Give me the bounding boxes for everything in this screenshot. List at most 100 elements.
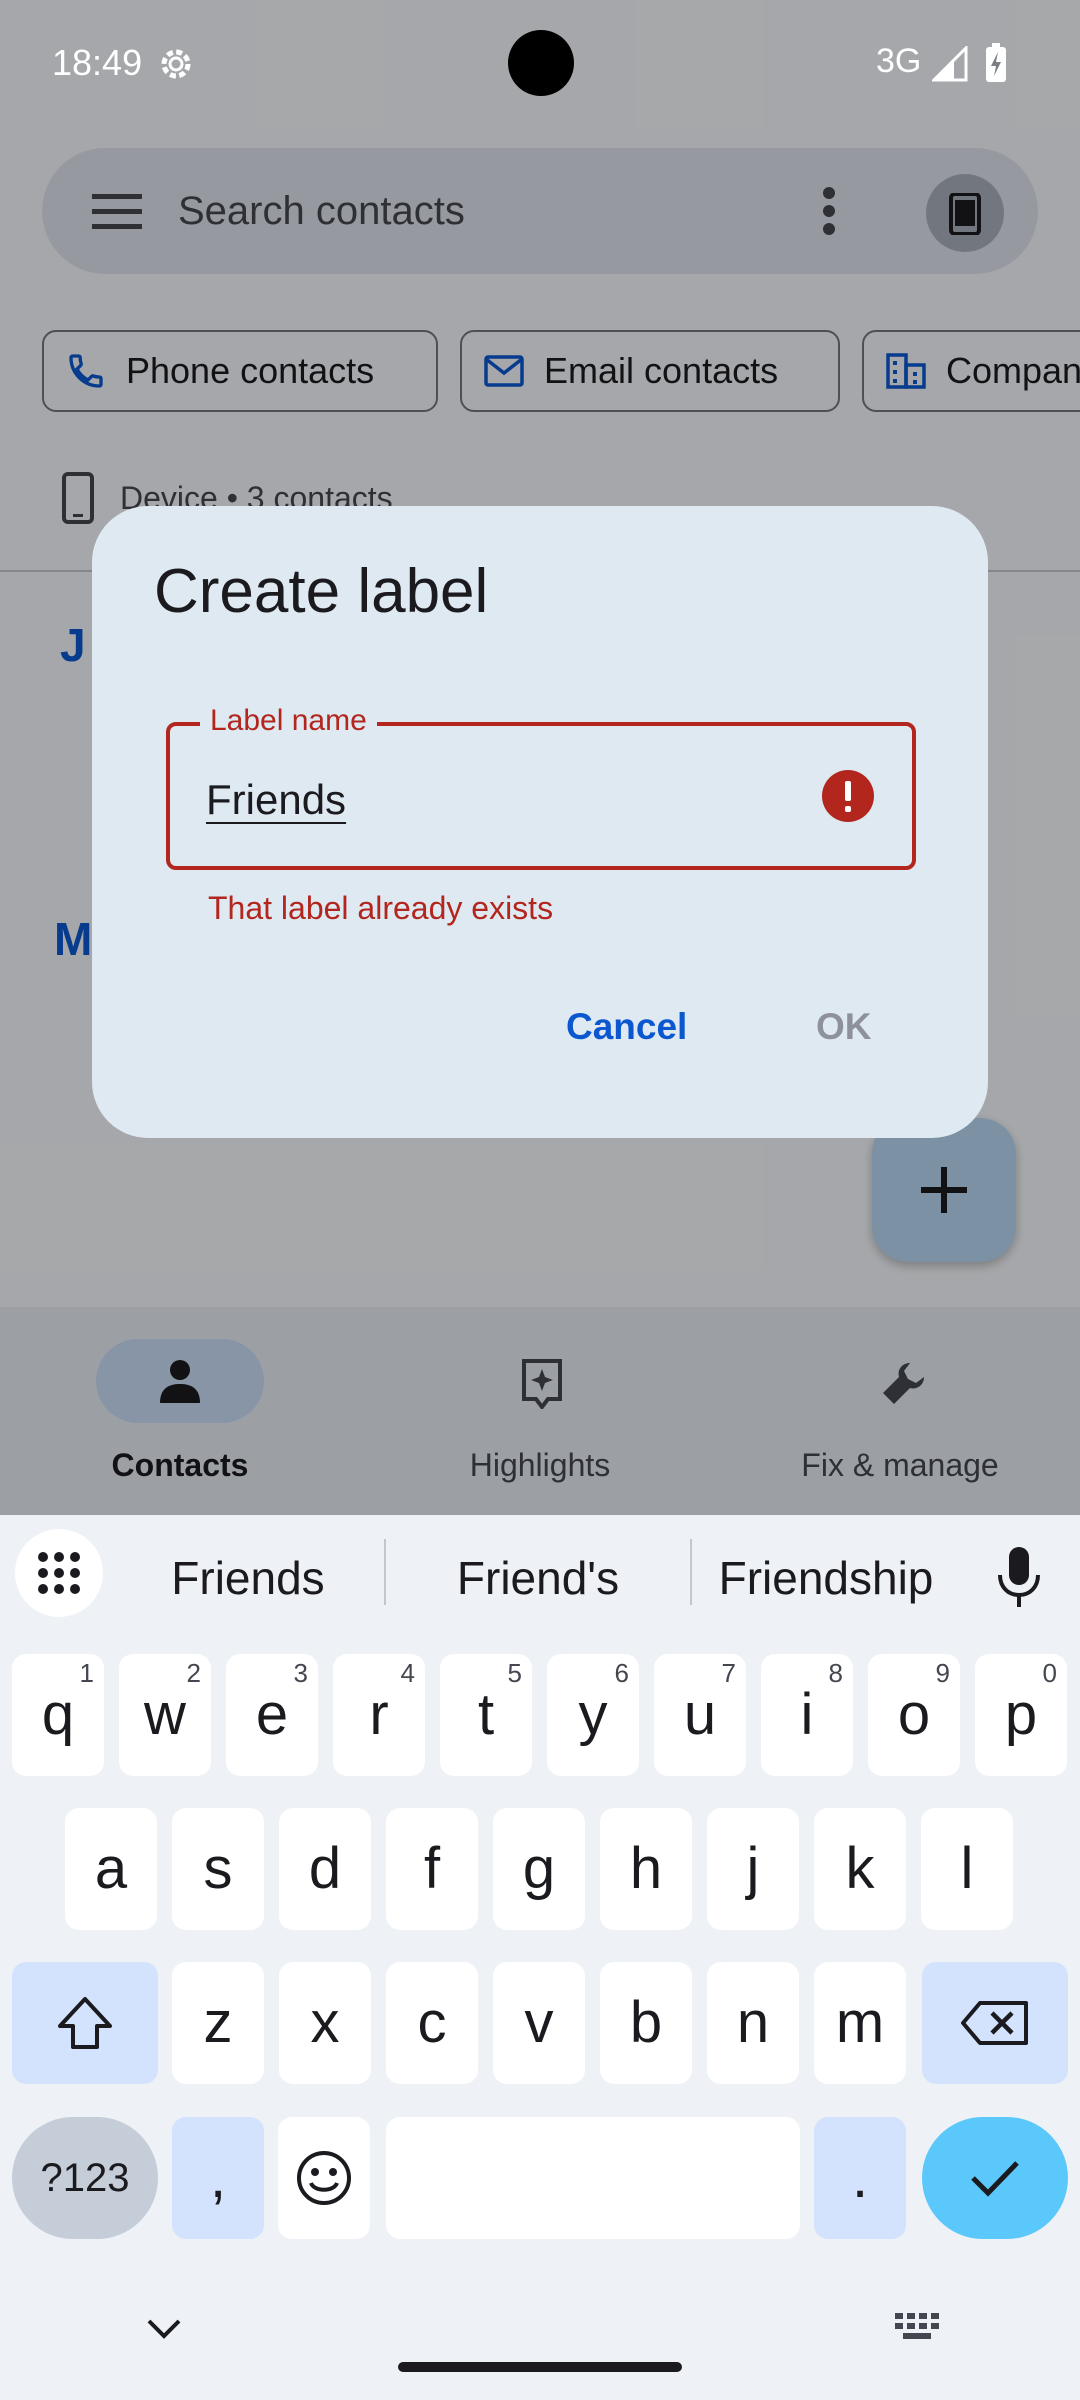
enter-key[interactable]	[922, 2117, 1068, 2239]
key-letter: f	[423, 1836, 441, 1901]
key-n[interactable]: n	[707, 1962, 799, 2084]
key-letter: j	[746, 1836, 760, 1901]
key-m[interactable]: m	[814, 1962, 906, 2084]
key-number-hint: 8	[828, 1658, 843, 1688]
key-i[interactable]: i8	[761, 1654, 853, 1776]
network-type: 3G	[876, 42, 922, 80]
key-l[interactable]: l	[921, 1808, 1013, 1930]
key-number-hint: 6	[614, 1658, 629, 1688]
key-letter: l	[960, 1836, 974, 1901]
key-letter: s	[203, 1836, 233, 1901]
emoji-icon	[297, 2151, 351, 2205]
key-letter: c	[417, 1990, 447, 2055]
key-number-hint: 1	[79, 1658, 94, 1688]
keyboard-switch-icon[interactable]	[894, 2312, 940, 2340]
checkmark-icon	[971, 2161, 1019, 2197]
key-letter: x	[310, 1990, 340, 2055]
suggestion-divider	[384, 1539, 386, 1605]
label-name-input[interactable]	[206, 776, 766, 824]
key-letter: b	[629, 1990, 663, 2055]
key-k[interactable]: k	[814, 1808, 906, 1930]
key-letter: u	[683, 1682, 717, 1747]
key-g[interactable]: g	[493, 1808, 585, 1930]
key-letter: o	[897, 1682, 931, 1747]
key-letter: n	[736, 1990, 770, 2055]
label-name-field[interactable]: Label name	[166, 704, 916, 870]
hide-keyboard-chevron-icon[interactable]	[146, 2318, 182, 2340]
key-letter: y	[578, 1682, 608, 1747]
key-letter: d	[308, 1836, 342, 1901]
key-number-hint: 3	[293, 1658, 308, 1688]
key-letter: q	[41, 1682, 75, 1747]
key-p[interactable]: p0	[975, 1654, 1067, 1776]
key-z[interactable]: z	[172, 1962, 264, 2084]
microphone-icon[interactable]	[994, 1545, 1044, 1609]
key-letter: z	[203, 1990, 233, 2055]
error-message: That label already exists	[208, 890, 554, 926]
key-letter: e	[255, 1682, 289, 1747]
camera-cutout	[508, 30, 574, 96]
key-b[interactable]: b	[600, 1962, 692, 2084]
key-a[interactable]: a	[65, 1808, 157, 1930]
key-letter: i	[800, 1682, 814, 1747]
key-letter: k	[845, 1836, 875, 1901]
key-letter: g	[522, 1836, 556, 1901]
key-number-hint: 7	[721, 1658, 736, 1688]
home-indicator[interactable]	[398, 2362, 682, 2372]
key-letter: a	[94, 1836, 128, 1901]
backspace-key[interactable]	[922, 1962, 1068, 2084]
key-letter: v	[524, 1990, 554, 2055]
settings-gear-icon	[161, 49, 191, 79]
key-letter: m	[835, 1990, 885, 2055]
key-v[interactable]: v	[493, 1962, 585, 2084]
suggestion-1[interactable]: Friends	[128, 1551, 368, 1605]
key-number-hint: 9	[935, 1658, 950, 1688]
key-number-hint: 0	[1042, 1658, 1057, 1688]
key-q[interactable]: q1	[12, 1654, 104, 1776]
key-letter: h	[629, 1836, 663, 1901]
suggestion-3[interactable]: Friendship	[700, 1551, 952, 1605]
suggestion-divider	[690, 1539, 692, 1605]
key-w[interactable]: w2	[119, 1654, 211, 1776]
key-u[interactable]: u7	[654, 1654, 746, 1776]
key-j[interactable]: j	[707, 1808, 799, 1930]
dialog-title: Create label	[154, 557, 489, 626]
comma-key[interactable]: ,	[172, 2117, 264, 2239]
key-number-hint: 5	[507, 1658, 522, 1688]
key-r[interactable]: r4	[333, 1654, 425, 1776]
key-number-hint: 4	[400, 1658, 415, 1688]
key-f[interactable]: f	[386, 1808, 478, 1930]
ok-button[interactable]: OK	[816, 1006, 872, 1048]
cancel-button[interactable]: Cancel	[566, 1006, 687, 1048]
space-key[interactable]	[386, 2117, 800, 2239]
shift-key[interactable]	[12, 1962, 158, 2084]
key-c[interactable]: c	[386, 1962, 478, 2084]
backspace-icon	[961, 2001, 1028, 2045]
suggestion-2[interactable]: Friend's	[416, 1551, 660, 1605]
period-key[interactable]: .	[814, 2117, 906, 2239]
key-o[interactable]: o9	[868, 1654, 960, 1776]
grid-icon	[38, 1552, 80, 1594]
keyboard-apps-button[interactable]	[15, 1529, 103, 1617]
emoji-key[interactable]	[278, 2117, 370, 2239]
status-time: 18:49	[52, 42, 143, 83]
shift-icon	[58, 1997, 112, 2049]
key-x[interactable]: x	[279, 1962, 371, 2084]
key-t[interactable]: t5	[440, 1654, 532, 1776]
soft-keyboard: Friends Friend's Friendship q1w2e3r4t5y6…	[0, 1515, 1080, 2400]
key-s[interactable]: s	[172, 1808, 264, 1930]
key-y[interactable]: y6	[547, 1654, 639, 1776]
battery-charging-icon	[986, 43, 1006, 82]
status-bar: 18:49 3G	[0, 0, 1080, 130]
key-number-hint: 2	[186, 1658, 201, 1688]
key-letter: p	[1004, 1682, 1038, 1747]
field-label: Label name	[200, 704, 377, 738]
create-label-dialog: Create label Label name That label alrea…	[92, 506, 988, 1138]
key-letter: r	[369, 1682, 389, 1747]
symbols-key[interactable]: ?123	[12, 2117, 158, 2239]
key-letter: t	[477, 1682, 495, 1747]
key-e[interactable]: e3	[226, 1654, 318, 1776]
key-letter: w	[144, 1682, 186, 1747]
key-h[interactable]: h	[600, 1808, 692, 1930]
key-d[interactable]: d	[279, 1808, 371, 1930]
